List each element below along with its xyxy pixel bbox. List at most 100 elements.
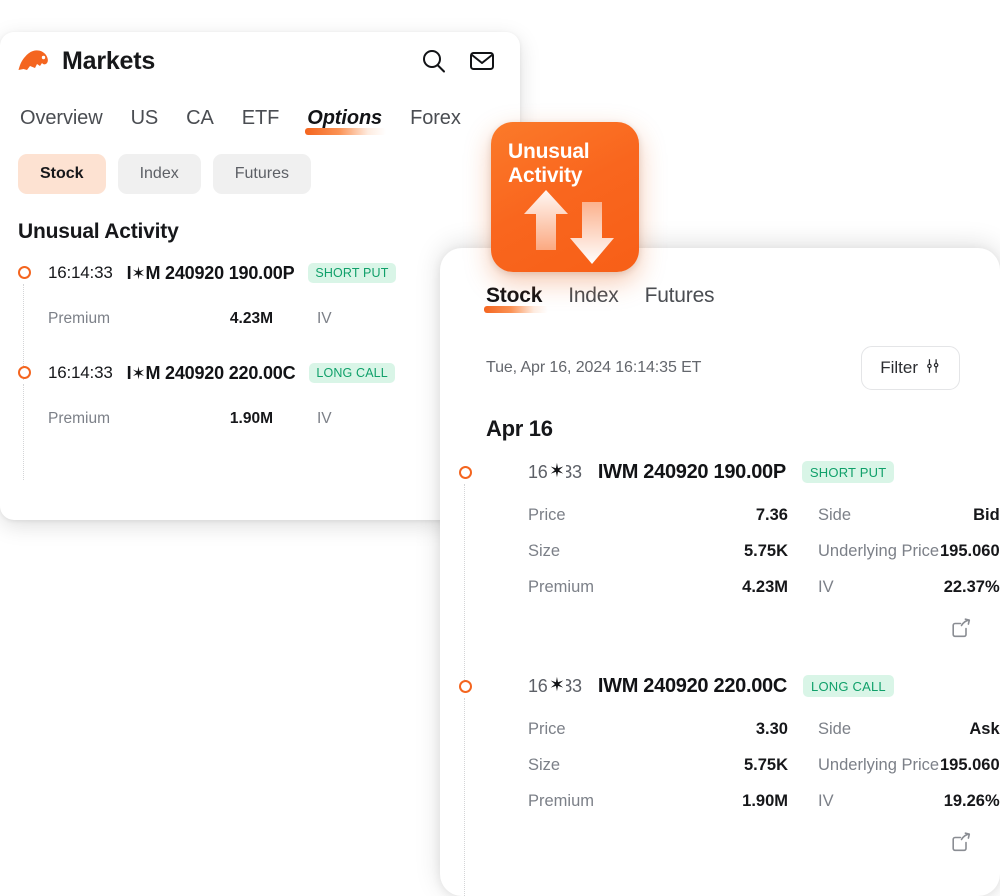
date-header: Apr 16 — [486, 416, 553, 441]
tab-us[interactable]: US — [131, 107, 159, 136]
iv-label: IV — [818, 792, 834, 810]
badge-line-1: Unusual — [508, 140, 590, 163]
trade-time: 16:14:33 — [48, 363, 113, 382]
tab-index[interactable]: Index — [568, 284, 619, 314]
premium-label: Premium — [48, 410, 111, 427]
status-badge: SHORT PUT — [308, 263, 396, 283]
timeline-connector — [23, 384, 25, 480]
trade-actions — [528, 597, 976, 641]
trade-time: 164:33 ✶ — [528, 676, 582, 697]
side-label: Side — [818, 506, 852, 524]
star-icon: ✶ — [548, 461, 566, 483]
timeline-connector — [464, 698, 466, 896]
underlying-price-value: 195.060 — [940, 756, 1000, 774]
tab-options[interactable]: Options — [305, 107, 386, 136]
trade-stats-grid: Price 7.36 Side Bid Size 5.75K Underlyin… — [528, 506, 1000, 597]
sliders-icon — [925, 358, 941, 379]
filter-button[interactable]: Filter — [861, 346, 960, 390]
share-icon[interactable] — [948, 829, 974, 855]
side-label: Side — [818, 720, 852, 738]
contract-detail: 240920 190.00P — [165, 262, 295, 283]
status-badge: SHORT PUT — [801, 461, 895, 483]
timeline-connector — [464, 484, 466, 690]
trade-stats-grid: Price 3.30 Side Ask Size 5.75K Underlyin… — [528, 720, 1000, 811]
trade-time-prefix: 16 — [528, 675, 548, 696]
price-label: Price — [528, 720, 566, 738]
premium-value: 4.23M — [229, 310, 273, 327]
premium-value: 1.90M — [742, 792, 788, 810]
size-label: Size — [528, 756, 561, 774]
instrument-type-switch: Stock Index Futures — [0, 136, 520, 194]
contract-name: IWM 240920 220.00C — [597, 674, 788, 697]
page-title: Markets — [62, 46, 156, 75]
screenshot-root: Markets Overview US CA ETF Options Forex… — [0, 0, 1000, 896]
star-icon: ✶ — [131, 363, 146, 383]
star-icon: ✶ — [548, 675, 566, 697]
iv-label: IV — [317, 310, 332, 327]
price-value: 3.30 — [755, 720, 788, 738]
size-value: 5.75K — [743, 542, 788, 560]
table-row[interactable]: 164:33 ✶ IWM 240920 220.00C LONG CALL Pr… — [440, 674, 1000, 896]
pill-futures[interactable]: Futures — [212, 154, 311, 194]
tab-futures[interactable]: Futures — [645, 284, 715, 314]
iv-label: IV — [818, 578, 834, 596]
badge-line-2: Activity — [508, 164, 583, 188]
timeline-dot-icon — [18, 266, 31, 279]
side-value: Bid — [973, 506, 1000, 524]
ticker-suffix: M — [145, 262, 161, 283]
price-label: Price — [528, 506, 566, 524]
tab-ca[interactable]: CA — [186, 107, 214, 136]
detail-meta-bar: Tue, Apr 16, 2024 16:14:35 ET Filter — [440, 314, 1000, 390]
star-icon: ✶ — [131, 263, 146, 283]
search-icon[interactable] — [418, 45, 450, 77]
iv-value: 22.37% — [943, 578, 1000, 596]
underlying-price-label: Underlying Price — [818, 542, 940, 560]
trade-actions — [528, 811, 976, 855]
premium-label: Premium — [528, 792, 595, 810]
size-label: Size — [528, 542, 561, 560]
table-row[interactable]: 164:33 ✶ IWM 240920 190.00P SHORT PUT Pr… — [440, 460, 1000, 690]
unusual-activity-badge[interactable]: Unusual Activity — [491, 122, 639, 272]
premium-value: 4.23M — [742, 578, 788, 596]
underlying-price-label: Underlying Price — [818, 756, 940, 774]
up-down-arrows-icon — [516, 188, 622, 266]
section-title: Unusual Activity — [18, 220, 179, 243]
trade-time: 164:33 ✶ — [528, 462, 582, 483]
share-icon[interactable] — [948, 615, 974, 641]
tab-overview[interactable]: Overview — [20, 107, 103, 136]
size-value: 5.75K — [743, 756, 788, 774]
underlying-price-value: 195.060 — [940, 542, 1000, 560]
contract-name: I✶M 240920 220.00C — [127, 363, 296, 384]
side-value: Ask — [969, 720, 1000, 738]
ticker-suffix: M — [145, 362, 161, 383]
timeline-dot-icon — [459, 466, 472, 479]
pill-stock[interactable]: Stock — [18, 154, 106, 194]
status-badge: LONG CALL — [803, 675, 894, 697]
premium-label: Premium — [528, 578, 595, 596]
trade-header: 164:33 ✶ IWM 240920 220.00C LONG CALL — [528, 674, 976, 698]
tab-stock[interactable]: Stock — [483, 284, 549, 314]
contract-detail: 240920 220.00C — [165, 362, 296, 383]
mail-icon[interactable] — [466, 45, 498, 77]
pill-index[interactable]: Index — [117, 154, 201, 194]
unusual-activity-detail-panel: Stock Index Futures Tue, Apr 16, 2024 16… — [440, 248, 1000, 896]
market-timestamp: Tue, Apr 16, 2024 16:14:35 ET — [486, 359, 702, 376]
timeline-dot-icon — [18, 366, 31, 379]
trade-detail-list: 164:33 ✶ IWM 240920 190.00P SHORT PUT Pr… — [440, 442, 1000, 896]
premium-label: Premium — [48, 310, 111, 327]
premium-value: 1.90M — [229, 410, 273, 427]
filter-button-label: Filter — [880, 358, 918, 377]
contract-name: I✶M 240920 190.00P — [127, 263, 295, 284]
tab-etf[interactable]: ETF — [242, 107, 280, 136]
price-value: 7.36 — [755, 506, 788, 524]
markets-bull-logo — [18, 48, 52, 74]
trade-time: 16:14:33 — [48, 263, 113, 282]
badge-text: Unusual Activity — [508, 140, 627, 188]
iv-label: IV — [317, 410, 332, 427]
tab-forex[interactable]: Forex — [410, 107, 461, 136]
iv-value: 19.26% — [943, 792, 1000, 810]
status-badge: LONG CALL — [309, 363, 395, 383]
trade-header: 164:33 ✶ IWM 240920 190.00P SHORT PUT — [528, 460, 976, 484]
timeline-dot-icon — [459, 680, 472, 693]
markets-tab-bar: Overview US CA ETF Options Forex — [0, 90, 520, 136]
